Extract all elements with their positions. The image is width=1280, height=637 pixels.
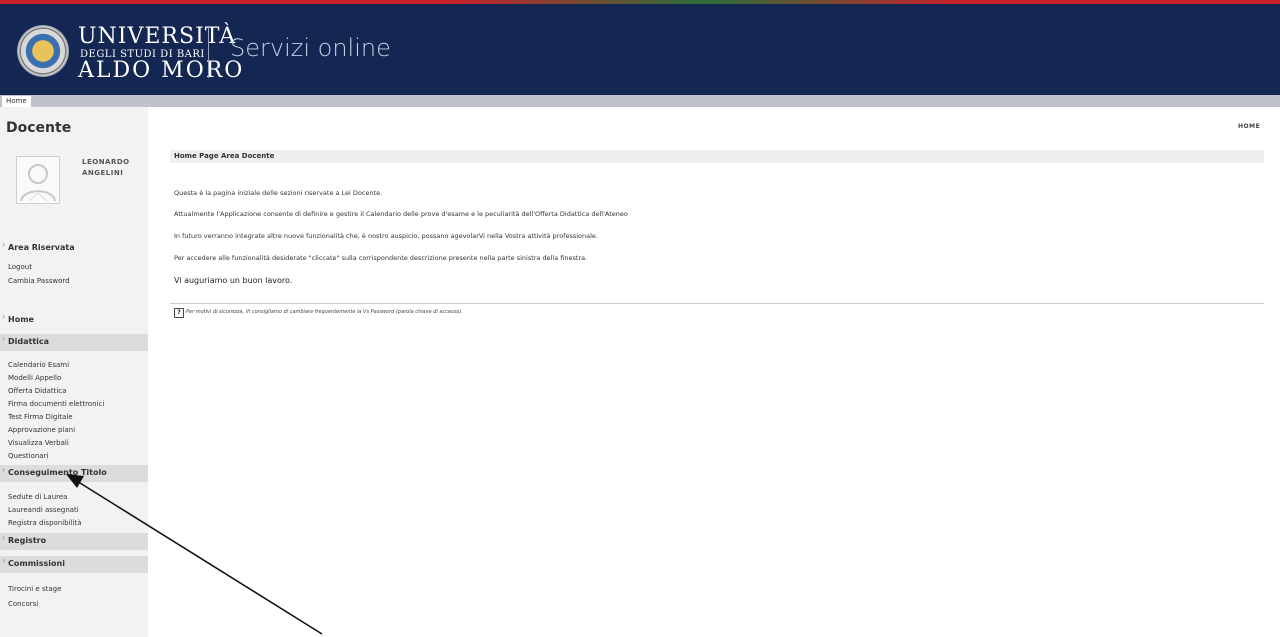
annotation-arrow-icon <box>66 474 323 635</box>
